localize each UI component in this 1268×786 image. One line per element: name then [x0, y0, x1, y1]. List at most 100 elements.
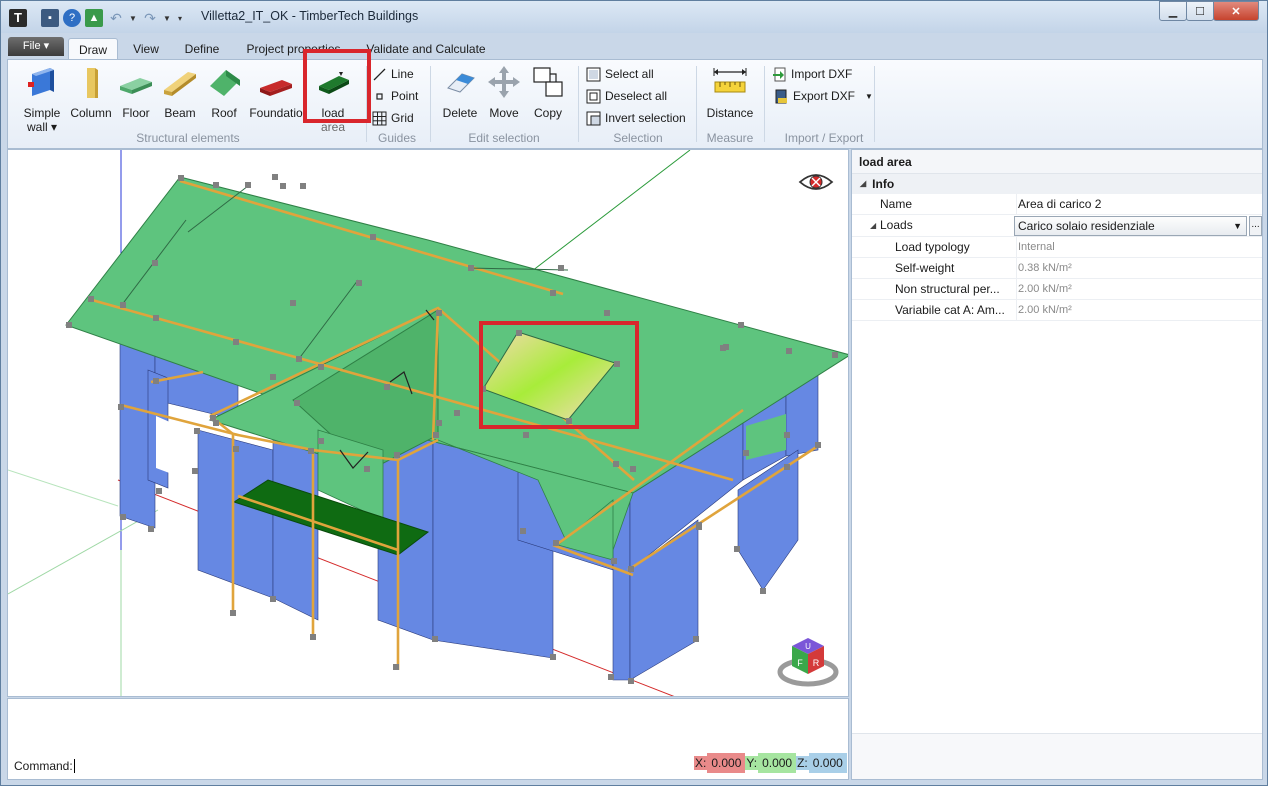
save-icon[interactable]: ▪ — [41, 9, 59, 27]
group-label-selection: Selection — [613, 131, 663, 145]
app-logo-icon[interactable]: T — [9, 9, 27, 27]
deselect-all-button[interactable]: Deselect all — [586, 86, 667, 106]
guide-point-button[interactable]: Point — [372, 86, 418, 106]
foundation-icon — [260, 80, 292, 96]
line-icon — [373, 68, 386, 80]
tab-draw[interactable]: Draw — [68, 38, 118, 60]
ruler-icon — [713, 68, 747, 93]
invert-selection-icon — [586, 111, 601, 125]
delete-button[interactable]: Delete — [438, 64, 482, 120]
redo-icon[interactable]: ↷ — [141, 9, 159, 27]
point-icon — [376, 92, 383, 100]
maximize-button[interactable]: ☐ — [1186, 1, 1214, 21]
app-window: T ▪ ? ▲ ↶ ▼ ↷ ▼ ▾ Villetta2_IT_OK - Timb… — [0, 0, 1268, 786]
help-icon[interactable]: ? — [63, 9, 81, 27]
eraser-icon — [447, 73, 475, 93]
text-caret — [73, 759, 79, 773]
view-cube-icon[interactable]: U F R — [777, 638, 839, 687]
export-dropdown-icon[interactable]: ▼ — [865, 92, 873, 101]
tab-define[interactable]: Define — [177, 38, 227, 60]
file-menu-button[interactable]: File ▾ — [8, 37, 64, 56]
y-coordinate-value: 0.000 — [758, 753, 797, 773]
guide-line — [8, 509, 159, 595]
category-info[interactable]: ◢ Info — [852, 174, 1262, 194]
title-bar: T ▪ ? ▲ ↶ ▼ ↷ ▼ ▾ Villetta2_IT_OK - Timb… — [1, 1, 1267, 33]
foundation-button[interactable]: Foundatio — [248, 64, 304, 120]
column-button[interactable]: Column — [68, 64, 114, 120]
3d-viewport[interactable]: U F R — [7, 149, 849, 697]
deselect-all-icon — [586, 89, 601, 103]
import-icon — [773, 67, 786, 81]
load-area-highlight — [303, 49, 371, 123]
move-button[interactable]: Move — [482, 64, 526, 120]
guide-grid-button[interactable]: Grid — [372, 108, 414, 128]
tab-view[interactable]: View — [123, 38, 169, 60]
group-label-guides: Guides — [377, 131, 417, 145]
coordinates-readout: X: 0.000 Y: 0.000 Z: 0.000 — [694, 753, 847, 773]
property-name: Name Area di carico 2 — [852, 194, 1262, 215]
move-arrows-icon — [488, 66, 520, 98]
view-cube-up-label: U — [805, 642, 811, 651]
loads-dropdown[interactable]: Carico solaio residenziale ▼ — [1014, 216, 1247, 236]
ribbon-tabs: File ▾ Draw View Define Project properti… — [1, 35, 1267, 60]
redo-dropdown-icon[interactable]: ▼ — [163, 9, 171, 27]
beam-icon — [164, 72, 196, 96]
customize-toolbar-icon[interactable]: ▾ — [175, 9, 185, 27]
name-value-field[interactable]: Area di carico 2 — [1016, 194, 1262, 215]
undo-icon[interactable]: ↶ — [107, 9, 125, 27]
floor-button[interactable]: Floor — [114, 64, 158, 120]
copy-button[interactable]: Copy — [526, 64, 570, 120]
guide-line — [8, 469, 119, 507]
z-coordinate-label: Z: — [796, 756, 809, 770]
z-coordinate-value: 0.000 — [808, 753, 847, 773]
quick-access-toolbar: ▪ ? ▲ ↶ ▼ ↷ ▼ ▾ — [41, 9, 185, 27]
visibility-eye-icon[interactable] — [798, 174, 834, 190]
grid-icon — [372, 111, 387, 125]
view-cube-front-label: F — [797, 658, 803, 668]
tab-validate-calculate[interactable]: Validate and Calculate — [361, 38, 491, 60]
minimize-button[interactable]: ▁ — [1159, 1, 1187, 21]
roof-icon — [210, 70, 240, 96]
loads-edit-button[interactable]: ... — [1249, 216, 1262, 236]
select-all-button[interactable]: Select all — [586, 64, 654, 84]
load-area-selection-highlight — [479, 321, 639, 429]
property-non-structural: Non structural per... 2.00 kN/m² — [852, 279, 1262, 300]
upload-icon[interactable]: ▲ — [85, 9, 103, 27]
view-cube-right-label: R — [813, 658, 820, 668]
distance-button[interactable]: Distance — [702, 64, 758, 120]
floor-icon — [120, 78, 152, 94]
ribbon: Simple wall ▾ Column Floor Beam Roof Fou… — [7, 59, 1263, 149]
command-panel: Command: X: 0.000 Y: 0.000 Z: 0.000 — [7, 698, 849, 780]
y-coordinate-label: Y: — [745, 756, 759, 770]
undo-dropdown-icon[interactable]: ▼ — [129, 9, 137, 27]
wall-panel — [197, 429, 274, 599]
guide-line-button[interactable]: Line — [372, 64, 414, 84]
copy-icon — [533, 67, 563, 97]
x-coordinate-label: X: — [694, 756, 708, 770]
simple-wall-button[interactable]: Simple wall ▾ — [16, 64, 68, 134]
property-load-typology: Load typology Internal — [852, 237, 1262, 258]
column-icon — [87, 68, 98, 98]
x-coordinate-value: 0.000 — [707, 753, 746, 773]
window-title: Villetta2_IT_OK - TimberTech Buildings — [201, 9, 419, 23]
select-all-icon — [586, 67, 601, 81]
export-dxf-button[interactable]: Export DXF ▼ — [774, 86, 873, 106]
building-model[interactable]: U F R — [8, 150, 849, 697]
ribbon-separator — [578, 66, 579, 142]
property-variable-cat-a: Variabile cat A: Am... 2.00 kN/m² — [852, 300, 1262, 321]
roof-button[interactable]: Roof — [202, 64, 246, 120]
collapse-icon[interactable]: ◢ — [860, 174, 866, 194]
invert-selection-button[interactable]: Invert selection — [586, 108, 686, 128]
properties-title: load area — [852, 150, 1262, 174]
property-self-weight: Self-weight 0.38 kN/m² — [852, 258, 1262, 279]
import-dxf-button[interactable]: Import DXF — [772, 64, 852, 84]
beam-button[interactable]: Beam — [158, 64, 202, 120]
close-button[interactable]: ✕ — [1213, 1, 1259, 21]
chevron-down-icon: ▼ — [1233, 221, 1242, 231]
ribbon-separator — [764, 66, 765, 142]
export-icon — [775, 89, 787, 103]
ribbon-separator — [696, 66, 697, 142]
collapse-icon[interactable]: ◢ — [870, 215, 876, 236]
command-input[interactable]: Command: — [14, 759, 79, 773]
property-loads: ◢ Loads Carico solaio residenziale ▼ ... — [852, 215, 1262, 237]
